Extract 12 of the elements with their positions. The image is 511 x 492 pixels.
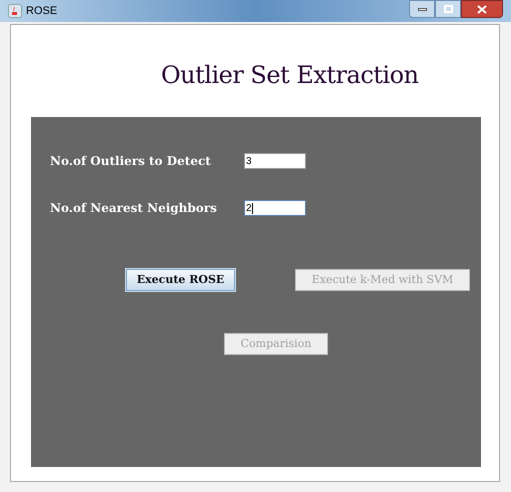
minimize-button[interactable] [409, 0, 435, 18]
window-title: ROSE [26, 4, 58, 19]
field-label: No.of Nearest Neighbors [50, 200, 218, 217]
field-label: No.of Outliers to Detect [50, 153, 212, 170]
java-cup-icon [8, 4, 22, 18]
heading: Outlier Set Extraction [161, 61, 420, 89]
maximize-button[interactable] [435, 0, 461, 18]
action-button[interactable]: Execute ROSE [126, 269, 235, 291]
number-field[interactable]: 2 [244, 200, 306, 216]
close-icon [477, 4, 487, 14]
close-button[interactable] [461, 0, 503, 18]
number-field[interactable]: 3 [244, 153, 306, 169]
